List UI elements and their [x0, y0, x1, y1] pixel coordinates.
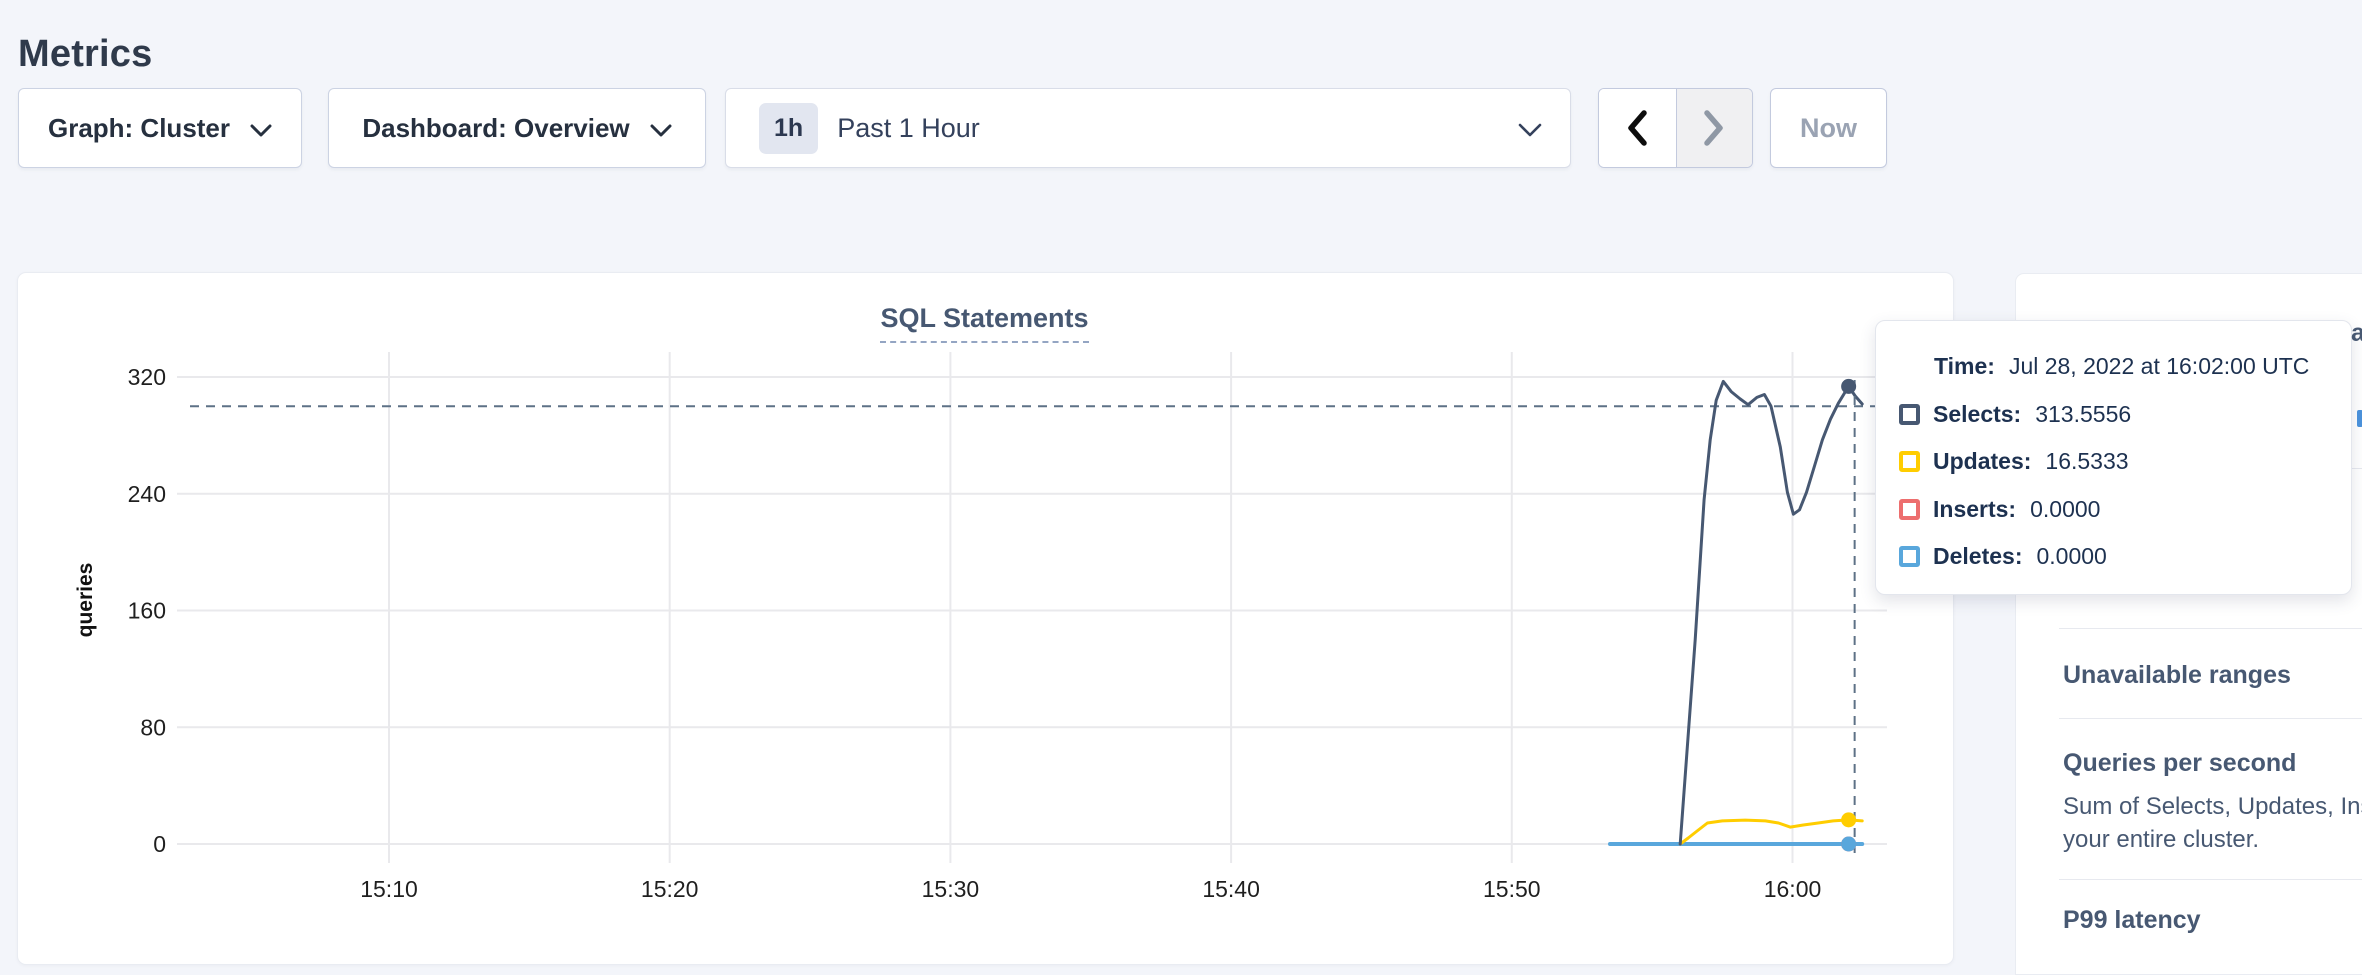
- dashboard-label: Dashboard: Overview: [362, 113, 629, 144]
- chart-title[interactable]: SQL Statements: [880, 303, 1088, 343]
- chevron-down-icon: [650, 124, 672, 137]
- tooltip-label: Inserts:: [1933, 496, 2016, 523]
- sidebar-clipped-text-fragment: a: [2351, 319, 2362, 348]
- tooltip-value: 0.0000: [2030, 496, 2100, 523]
- updates-legend-swatch: [1899, 451, 1920, 472]
- sql-statements-chart-card: [17, 272, 1954, 965]
- tooltip-value: 16.5333: [2045, 448, 2128, 475]
- tooltip-row-inserts: Inserts: 0.0000: [1876, 492, 2351, 526]
- tooltip-value: 0.0000: [2036, 543, 2106, 570]
- now-button[interactable]: Now: [1770, 88, 1887, 168]
- y-axis-label: queries: [74, 563, 98, 638]
- time-range-badge: 1h: [759, 103, 818, 154]
- graph-scope-label: Graph: Cluster: [48, 113, 230, 144]
- tooltip-label: Selects:: [1933, 401, 2021, 428]
- prev-time-button[interactable]: [1599, 89, 1676, 167]
- tooltip-value: 313.5556: [2035, 401, 2131, 428]
- tooltip-row-selects: Selects: 313.5556: [1876, 397, 2351, 431]
- tooltip-row-deletes: Deletes: 0.0000: [1876, 539, 2351, 573]
- time-range-selector[interactable]: 1h Past 1 Hour: [725, 88, 1571, 168]
- chart-title-row: SQL Statements: [17, 303, 1952, 343]
- divider: [2059, 628, 2362, 629]
- time-range-label: Past 1 Hour: [837, 113, 980, 144]
- sidebar-item-p99-latency[interactable]: P99 latency: [2063, 906, 2201, 935]
- chevron-down-icon: [1518, 123, 1542, 137]
- page-title: Metrics: [18, 33, 152, 76]
- chart-tooltip: Time: Jul 28, 2022 at 16:02:00 UTC Selec…: [1875, 320, 2352, 595]
- tooltip-time-value: Jul 28, 2022 at 16:02:00 UTC: [2009, 353, 2309, 380]
- chevron-left-icon: [1625, 109, 1649, 147]
- tooltip-label: Deletes:: [1933, 543, 2022, 570]
- tooltip-row-updates: Updates: 16.5333: [1876, 444, 2351, 478]
- chevron-down-icon: [250, 124, 272, 137]
- time-pager: [1598, 88, 1753, 168]
- sidebar-item-queries-per-second[interactable]: Queries per second: [2063, 749, 2296, 778]
- inserts-legend-swatch: [1899, 499, 1920, 520]
- tooltip-time-label: Time:: [1934, 353, 1995, 380]
- graph-scope-dropdown[interactable]: Graph: Cluster: [18, 88, 302, 168]
- tooltip-label: Updates:: [1933, 448, 2031, 475]
- divider: [2059, 718, 2362, 719]
- sidebar-clipped-link-fragment: [2357, 410, 2362, 427]
- deletes-legend-swatch: [1899, 546, 1920, 567]
- chevron-right-icon: [1702, 109, 1726, 147]
- tooltip-time-row: Time: Jul 28, 2022 at 16:02:00 UTC: [1876, 349, 2351, 383]
- queries-per-second-description-line1: Sum of Selects, Updates, Inser: [2063, 790, 2362, 823]
- sidebar-item-unavailable-ranges[interactable]: Unavailable ranges: [2063, 661, 2291, 690]
- next-time-button[interactable]: [1676, 89, 1753, 167]
- divider: [2059, 879, 2362, 880]
- selects-legend-swatch: [1899, 404, 1920, 425]
- dashboard-dropdown[interactable]: Dashboard: Overview: [328, 88, 706, 168]
- queries-per-second-description-line2: your entire cluster.: [2063, 823, 2259, 856]
